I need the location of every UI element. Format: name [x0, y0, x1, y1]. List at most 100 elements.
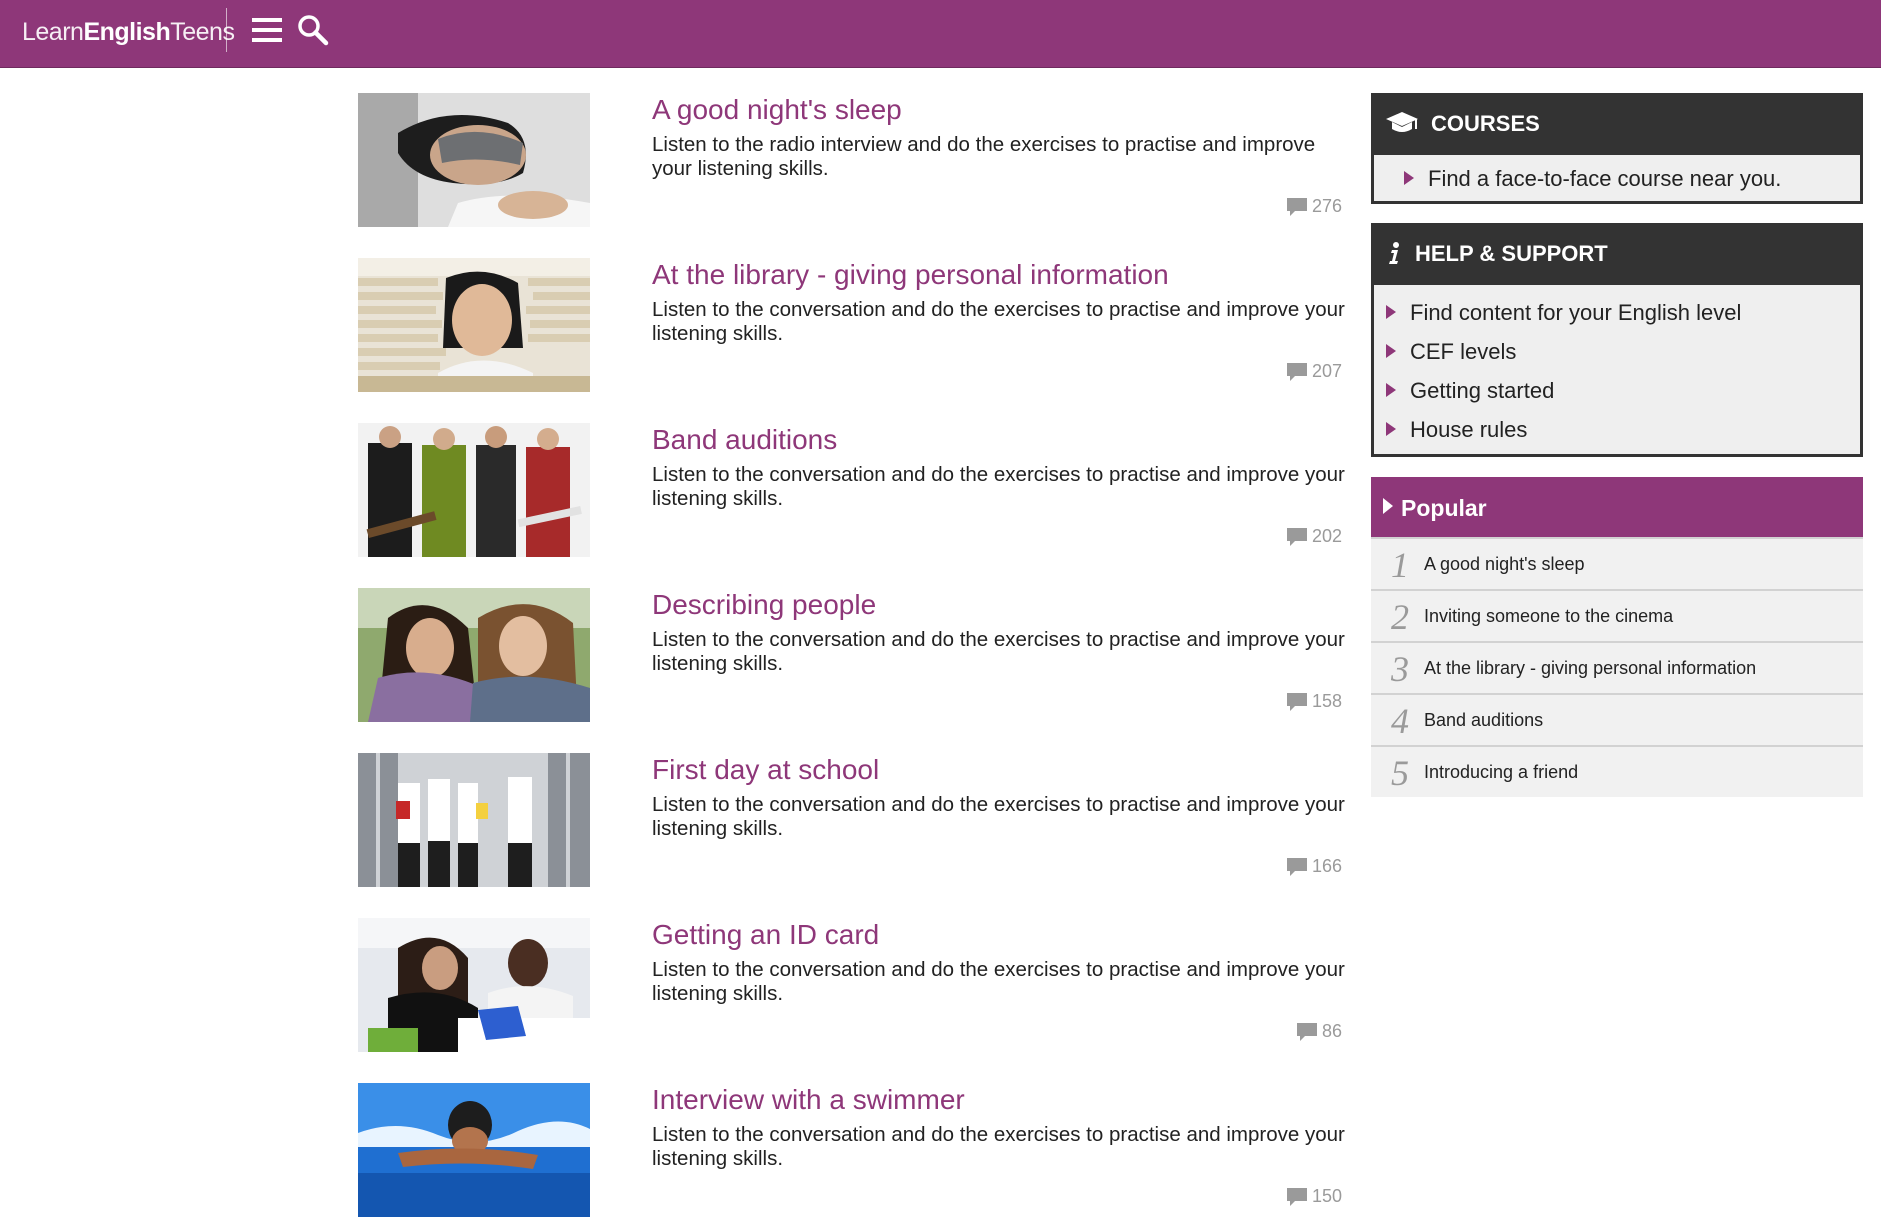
article-item: Describing people Listen to the conversa…: [358, 588, 1358, 728]
article-thumbnail-band[interactable]: [358, 423, 590, 557]
help-support-header: HELP & SUPPORT: [1371, 223, 1863, 285]
comment-count[interactable]: 202: [1286, 525, 1342, 547]
comment-count-value: 207: [1311, 361, 1342, 381]
article-title-link[interactable]: At the library - giving personal informa…: [652, 258, 1352, 292]
comment-count-value: 86: [1321, 1021, 1342, 1041]
article-description: Listen to the conversation and do the ex…: [652, 958, 1345, 1005]
comment-bubble-icon: [1286, 693, 1307, 711]
find-course-link[interactable]: Find a face-to-face course near you.: [1384, 159, 1860, 198]
hamburger-menu-icon[interactable]: [250, 15, 284, 45]
comment-count[interactable]: 276: [1286, 195, 1342, 217]
article-item: Interview with a swimmer Listen to the c…: [358, 1083, 1358, 1223]
article-thumbnail-sleep[interactable]: [358, 93, 590, 227]
comment-count-value: 150: [1311, 1186, 1342, 1206]
popular-item-label: Band auditions: [1424, 710, 1544, 730]
article-item: At the library - giving personal informa…: [358, 258, 1358, 398]
comment-count[interactable]: 207: [1286, 360, 1342, 382]
comment-count-value: 166: [1311, 856, 1342, 876]
logo-text-learn: Learn: [22, 18, 84, 46]
comment-bubble-icon: [1286, 858, 1307, 876]
popular-rank: 5: [1391, 753, 1409, 793]
popular-item[interactable]: 5 Introducing a friend: [1371, 745, 1863, 797]
popular-item-label: A good night's sleep: [1424, 554, 1585, 574]
article-thumbnail-swimmer[interactable]: [358, 1083, 590, 1217]
find-course-label: Find a face-to-face course near you.: [1428, 166, 1782, 191]
article-title-link[interactable]: A good night's sleep: [652, 93, 1352, 127]
comment-bubble-icon: [1286, 528, 1307, 546]
popular-rank: 2: [1391, 597, 1409, 637]
courses-links: Find a face-to-face course near you.: [1371, 155, 1863, 204]
popular-item[interactable]: 3 At the library - giving personal inform…: [1371, 641, 1863, 693]
popular-item-label: At the library - giving personal informa…: [1424, 658, 1757, 678]
getting-started-label: Getting started: [1410, 378, 1555, 403]
triangle-bullet-icon: [1386, 344, 1396, 358]
triangle-bullet-icon: [1386, 383, 1396, 397]
article-thumbnail-library[interactable]: [358, 258, 590, 392]
article-title-link[interactable]: Getting an ID card: [652, 918, 1352, 952]
article-title-link[interactable]: Describing people: [652, 588, 1352, 622]
comment-bubble-icon: [1286, 363, 1307, 381]
getting-started-link[interactable]: Getting started: [1374, 371, 1860, 410]
popular-item[interactable]: 4 Band auditions: [1371, 693, 1863, 745]
cef-levels-label: CEF levels: [1410, 339, 1517, 364]
house-rules-link[interactable]: House rules: [1374, 410, 1860, 449]
triangle-bullet-icon: [1386, 422, 1396, 436]
comment-count[interactable]: 166: [1286, 855, 1342, 877]
comment-count-value: 276: [1311, 196, 1342, 216]
logo-text-teens: Teens: [170, 18, 235, 46]
header-divider: [226, 8, 227, 52]
site-logo[interactable]: LearnEnglishTeens: [22, 14, 235, 50]
popular-rank: 3: [1391, 649, 1409, 689]
popular-box: Popular 1 A good night's sleep 2 Inviting …: [1371, 477, 1863, 797]
english-level-link[interactable]: Find content for your English level: [1374, 293, 1860, 332]
popular-item-label: Introducing a friend: [1424, 762, 1579, 782]
article-thumbnail-describing[interactable]: [358, 588, 590, 722]
graduation-cap-icon: [1386, 112, 1418, 133]
popular-item-label: Inviting someone to the cinema: [1424, 606, 1674, 626]
article-description: Listen to the conversation and do the ex…: [652, 298, 1345, 345]
popular-title: Popular: [1401, 495, 1487, 521]
courses-box: COURSES Find a face-to-face course near …: [1371, 93, 1863, 204]
top-navigation-bar: LearnEnglishTeens: [0, 0, 1881, 68]
article-item: Band auditions Listen to the conversatio…: [358, 423, 1358, 563]
comment-count-value: 202: [1311, 526, 1342, 546]
cef-levels-link[interactable]: CEF levels: [1374, 332, 1860, 371]
comment-count[interactable]: 150: [1286, 1185, 1342, 1207]
help-support-title: HELP & SUPPORT: [1415, 241, 1608, 266]
comment-bubble-icon: [1296, 1023, 1317, 1041]
house-rules-label: House rules: [1410, 417, 1528, 442]
article-description: Listen to the conversation and do the ex…: [652, 793, 1345, 840]
popular-rank: 4: [1391, 701, 1409, 741]
logo-text-english: English: [83, 18, 171, 46]
popular-rank: 1: [1391, 545, 1409, 585]
article-description: Listen to the radio interview and do the…: [652, 133, 1316, 180]
english-level-label: Find content for your English level: [1410, 300, 1742, 325]
article-thumbnail-school[interactable]: [358, 753, 590, 887]
help-support-links: Find content for your English level CEF …: [1371, 285, 1863, 457]
article-thumbnail-id-card[interactable]: [358, 918, 590, 1052]
info-icon: [1389, 242, 1399, 265]
article-description: Listen to the conversation and do the ex…: [652, 1123, 1345, 1170]
article-title-link[interactable]: Interview with a swimmer: [652, 1083, 1352, 1117]
popular-item[interactable]: 2 Inviting someone to the cinema: [1371, 589, 1863, 641]
article-item: Getting an ID card Listen to the convers…: [358, 918, 1358, 1058]
comment-count-value: 158: [1311, 691, 1342, 711]
search-icon[interactable]: [296, 13, 330, 47]
article-title-link[interactable]: Band auditions: [652, 423, 1352, 457]
comment-bubble-icon: [1286, 198, 1307, 216]
courses-title: COURSES: [1431, 111, 1540, 136]
popular-item[interactable]: 1 A good night's sleep: [1371, 537, 1863, 589]
comment-count[interactable]: 86: [1296, 1020, 1342, 1042]
article-item: First day at school Listen to the conver…: [358, 753, 1358, 893]
article-description: Listen to the conversation and do the ex…: [652, 463, 1345, 510]
article-title-link[interactable]: First day at school: [652, 753, 1352, 787]
popular-header[interactable]: Popular: [1371, 477, 1863, 537]
article-description: Listen to the conversation and do the ex…: [652, 628, 1345, 675]
triangle-bullet-icon: [1404, 171, 1414, 185]
comment-count[interactable]: 158: [1286, 690, 1342, 712]
triangle-bullet-icon: [1386, 305, 1396, 319]
help-support-box: HELP & SUPPORT Find content for your Eng…: [1371, 223, 1863, 457]
comment-bubble-icon: [1286, 1188, 1307, 1206]
courses-header: COURSES: [1371, 93, 1863, 155]
triangle-right-icon: [1383, 498, 1393, 514]
